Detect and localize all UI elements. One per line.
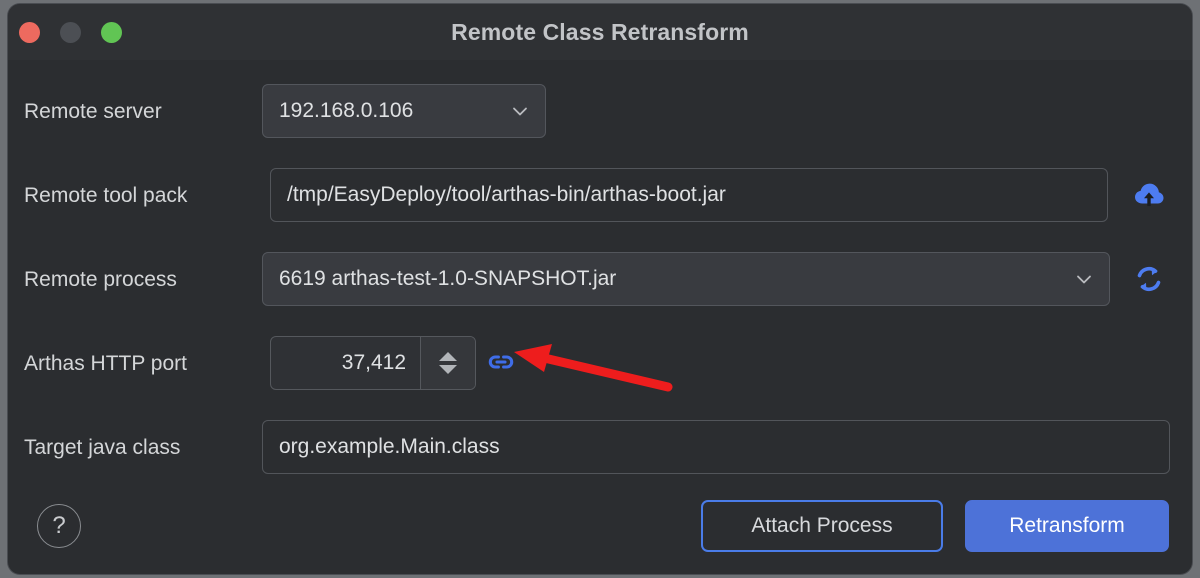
row-target-java-class: Target java class org.example.Main.class [8, 420, 1192, 476]
cloud-upload-icon[interactable] [1132, 178, 1166, 212]
label-remote-process: Remote process [24, 268, 177, 291]
footer-button-group: Attach Process Retransform [701, 500, 1169, 552]
row-remote-server: Remote server 192.168.0.106 [8, 84, 1192, 140]
target-java-class-input[interactable]: org.example.Main.class [262, 420, 1170, 474]
row-remote-process: Remote process 6619 arthas-test-1.0-SNAP… [8, 252, 1192, 308]
window-title: Remote Class Retransform [451, 19, 749, 45]
remote-tool-pack-value: /tmp/EasyDeploy/tool/arthas-bin/arthas-b… [287, 183, 726, 206]
row-remote-tool-pack: Remote tool pack /tmp/EasyDeploy/tool/ar… [8, 168, 1192, 224]
target-java-class-value: org.example.Main.class [279, 435, 500, 458]
help-button[interactable]: ? [37, 504, 81, 548]
label-target-java-class: Target java class [24, 436, 181, 459]
screenshot-root: Remote Class Retransform Remote server 1… [0, 0, 1200, 578]
remote-tool-pack-input[interactable]: /tmp/EasyDeploy/tool/arthas-bin/arthas-b… [270, 168, 1108, 222]
remote-server-value: 192.168.0.106 [279, 99, 414, 122]
chevron-down-icon [509, 100, 531, 122]
remote-process-value: 6619 arthas-test-1.0-SNAPSHOT.jar [279, 267, 617, 290]
label-remote-server: Remote server [24, 100, 162, 123]
stepper-buttons[interactable] [420, 337, 475, 389]
label-arthas-http-port: Arthas HTTP port [24, 352, 187, 375]
remote-server-combobox[interactable]: 192.168.0.106 [262, 84, 546, 138]
dialog-window: Remote Class Retransform Remote server 1… [8, 4, 1192, 574]
retransform-button[interactable]: Retransform [965, 500, 1169, 552]
row-arthas-http-port: Arthas HTTP port 37,412 [8, 336, 1192, 392]
help-icon: ? [52, 512, 66, 539]
chevron-down-icon [1073, 268, 1095, 290]
remote-process-combobox[interactable]: 6619 arthas-test-1.0-SNAPSHOT.jar [262, 252, 1110, 306]
dialog-body: Remote server 192.168.0.106 Remote tool … [8, 60, 1192, 574]
refresh-sync-icon[interactable] [1132, 262, 1166, 296]
arthas-http-port-value[interactable]: 37,412 [271, 337, 420, 389]
titlebar: Remote Class Retransform [8, 4, 1192, 60]
arthas-http-port-stepper[interactable]: 37,412 [270, 336, 476, 390]
label-remote-tool-pack: Remote tool pack [24, 184, 188, 207]
dialog-footer: ? Attach Process Retransform [8, 488, 1192, 574]
triangle-down-icon[interactable] [439, 365, 457, 374]
attach-process-button[interactable]: Attach Process [701, 500, 943, 552]
triangle-up-icon[interactable] [439, 352, 457, 361]
link-chain-icon[interactable] [486, 347, 516, 377]
